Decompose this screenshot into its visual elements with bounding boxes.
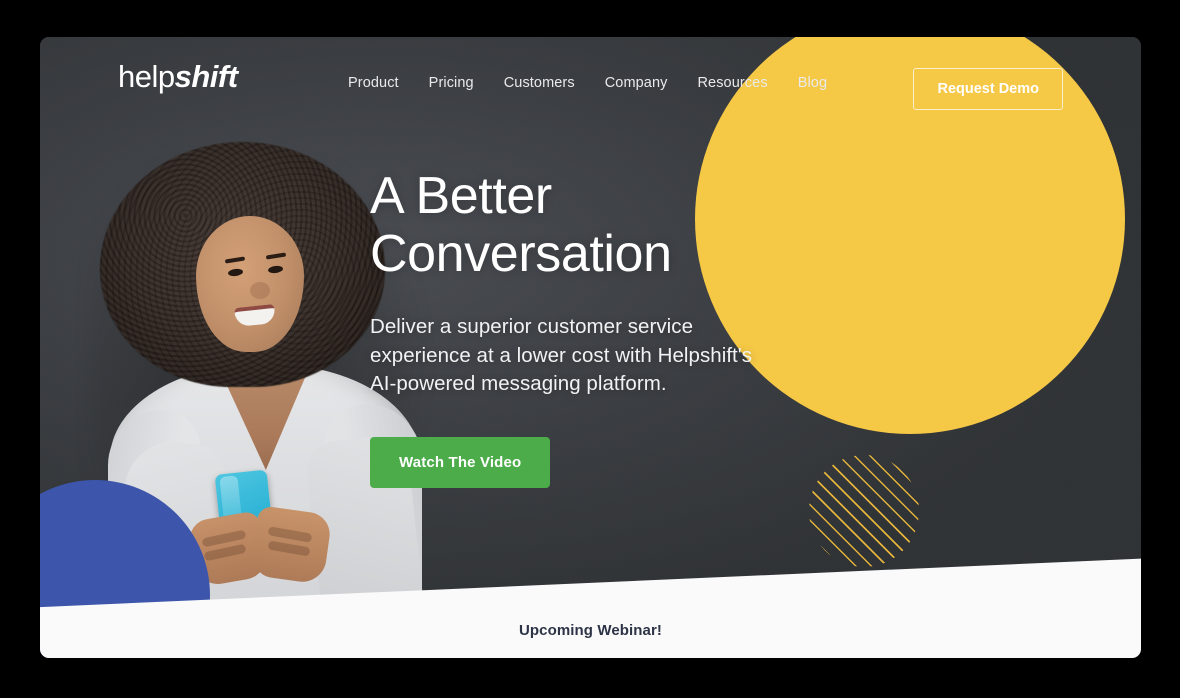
photo-face	[196, 216, 304, 352]
nav-item-resources[interactable]: Resources	[697, 75, 767, 91]
logo-text-light: help	[118, 59, 175, 94]
logo-text-bold: shift	[174, 59, 238, 94]
upcoming-webinar-text: Upcoming Webinar!	[518, 621, 663, 639]
photo-nose	[250, 282, 270, 299]
request-demo-button[interactable]: Request Demo	[913, 68, 1063, 110]
hero-heading-line-2: Conversation	[370, 225, 672, 284]
watch-the-video-button[interactable]: Watch The Video	[370, 437, 551, 489]
nav-item-product[interactable]: Product	[348, 75, 399, 91]
nav-item-customers[interactable]: Customers	[504, 75, 575, 91]
striped-circle-decoration	[809, 455, 919, 567]
nav-item-pricing[interactable]: Pricing	[429, 75, 474, 91]
main-navigation: Product Pricing Customers Company Resour…	[348, 75, 827, 91]
hero-copy: A Better Conversation Deliver a superior…	[370, 167, 800, 489]
helpshift-logo[interactable]: helpshift	[118, 61, 238, 92]
upcoming-webinar-banner[interactable]: Upcoming Webinar!	[40, 602, 1141, 658]
hero-subheading: Deliver a superior customer service expe…	[370, 315, 753, 396]
hero-heading-line-1: A Better	[370, 167, 552, 225]
hero-heading: A Better Conversation	[370, 167, 800, 283]
nav-item-company[interactable]: Company	[605, 75, 668, 91]
nav-item-blog[interactable]: Blog	[798, 75, 827, 91]
webpage-hero-section: helpshift Product Pricing Customers Comp…	[40, 37, 1141, 658]
site-header: helpshift Product Pricing Customers Comp…	[40, 37, 1141, 137]
